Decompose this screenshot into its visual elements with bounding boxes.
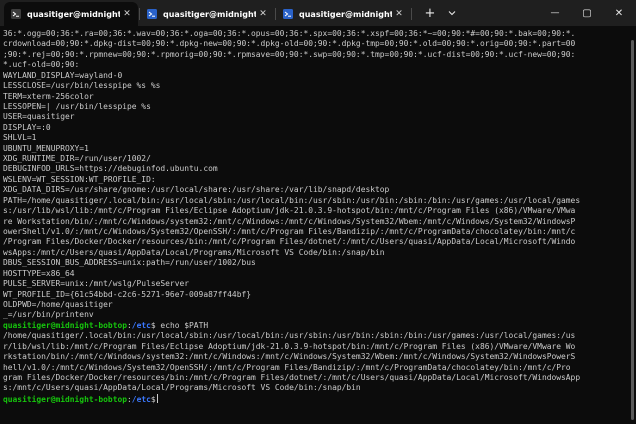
output-line: *.ucf-old=00;90: (3, 60, 80, 70)
output-line: DEBUGINFOD_URLS=https://debuginfod.ubunt… (3, 164, 218, 174)
output-line: /Program Files/Docker/Docker/resources/b… (3, 237, 576, 247)
terminal-icon (11, 9, 21, 19)
dropdown-button[interactable] (444, 3, 460, 23)
output-line: WAYLAND_DISPLAY=wayland-0 (3, 70, 123, 80)
tab-close-icon[interactable]: ✕ (392, 9, 406, 19)
output-line: rkstation/bin/:/mnt/c/Windows/system32:/… (3, 352, 576, 362)
prompt-path: /etc (131, 394, 151, 404)
tab-1[interactable]: quasitiger@midnight-bobtop: ✕ (4, 2, 138, 26)
chevron-down-icon (448, 11, 456, 16)
output-line: s:/mnt/c/Users/quasi/AppData/Local/Progr… (3, 383, 361, 393)
output-line: LESSOPEN=| /usr/bin/lesspipe %s (3, 101, 151, 111)
output-line: USER=quasitiger (3, 112, 75, 122)
output-line: ;90:*.rej=00;90:*.rpmnew=00;90:*.rpmorig… (3, 49, 576, 59)
tab-close-icon[interactable]: ✕ (120, 9, 134, 19)
prompt-path: /etc (131, 320, 151, 330)
output-line: DISPLAY=:0 (3, 122, 51, 132)
output-line: _=/usr/bin/printenv (3, 310, 94, 320)
output-line: re Workstation/bin/:/mnt/c/Windows/syste… (3, 216, 576, 226)
output-line: owerShell/v1.0/:/mnt/c/Windows/System32/… (3, 227, 576, 237)
output-line: HOSTTYPE=x86_64 (3, 268, 75, 278)
output-line: UBUNTU_MENUPROXY=1 (3, 143, 89, 153)
prompt-symbol: $ (150, 394, 156, 404)
terminal-output[interactable]: 36:*.ogg=00;36:*.ra=00;36:*.wav=00;36:*.… (3, 29, 633, 424)
tab-title: quasitiger@midnight-bobtop: (27, 9, 120, 19)
powershell-icon (283, 9, 293, 19)
tab-title: quasitiger@midnight-bobtop: (163, 9, 256, 19)
output-line: /home/quasitiger/.local/bin:/usr/local/s… (3, 331, 576, 341)
output-line: crdownload=00;90:*.dpkg-dist=00;90:*.dpk… (3, 39, 576, 49)
output-line: XDG_DATA_DIRS=/usr/share/gnome:/usr/loca… (3, 185, 390, 195)
maximize-button[interactable]: ▢ (572, 3, 602, 23)
output-line: r/lib/wsl/lib:/mnt/c/Program Files/Eclip… (3, 341, 576, 351)
prompt-line: quasitiger@midnight-bobtop:/etc$ (3, 393, 633, 404)
output-line: DBUS_SESSION_BUS_ADDRESS=unix:path=/run/… (3, 258, 256, 268)
minimize-button[interactable]: — (540, 3, 570, 23)
output-line: LESSCLOSE=/usr/bin/lesspipe %s %s (3, 81, 161, 91)
powershell-icon (147, 9, 157, 19)
text-cursor (156, 393, 158, 403)
close-window-button[interactable]: ✕ (604, 3, 634, 23)
prompt-user-host: quasitiger@midnight-bobtop (3, 320, 128, 330)
output-line: s:/usr/lib/wsl/lib:/mnt/c/Program Files/… (3, 206, 576, 216)
tab-divider (411, 8, 412, 20)
tab-close-icon[interactable]: ✕ (256, 9, 270, 19)
tab-3[interactable]: quasitiger@midnight-bobtop: ✕ (276, 2, 410, 26)
output-line: WSLENV=WT_SESSION:WT_PROFILE_ID: (3, 174, 156, 184)
command-text: echo $PATH (155, 320, 209, 330)
output-line: wsApps:/mnt/c/Users/quasi/AppData/Local/… (3, 247, 385, 257)
output-line: PATH=/home/quasitiger/.local/bin:/usr/lo… (3, 195, 581, 205)
tab-title: quasitiger@midnight-bobtop: (299, 9, 392, 19)
output-line: 36:*.ogg=00;36:*.ra=00;36:*.wav=00;36:*.… (3, 29, 576, 38)
tab-bar: quasitiger@midnight-bobtop: ✕ quasitiger… (0, 0, 636, 26)
output-line: hell/v1.0/:/mnt/c/Windows/System32/OpenS… (3, 362, 571, 372)
terminal-window: quasitiger@midnight-bobtop: ✕ quasitiger… (0, 0, 636, 424)
output-line: WT_PROFILE_ID={61c54bbd-c2c6-5271-96e7-0… (3, 289, 252, 299)
scrollbar-thumb[interactable] (631, 40, 634, 420)
command-line: quasitiger@midnight-bobtop:/etc$ echo $P… (3, 321, 633, 331)
output-line: gram Files/Docker/Docker/resources/bin:/… (3, 372, 581, 382)
output-line: SHLVL=1 (3, 133, 37, 143)
output-line: XDG_RUNTIME_DIR=/run/user/1002/ (3, 154, 151, 164)
output-line: TERM=xterm-256color (3, 91, 94, 101)
output-line: OLDPWD=/home/quasitiger (3, 299, 113, 309)
new-tab-button[interactable]: + (420, 3, 440, 23)
tab-2[interactable]: quasitiger@midnight-bobtop: ✕ (140, 2, 274, 26)
output-line: PULSE_SERVER=unix:/mnt/wslg/PulseServer (3, 279, 190, 289)
prompt-user-host: quasitiger@midnight-bobtop (3, 394, 128, 404)
